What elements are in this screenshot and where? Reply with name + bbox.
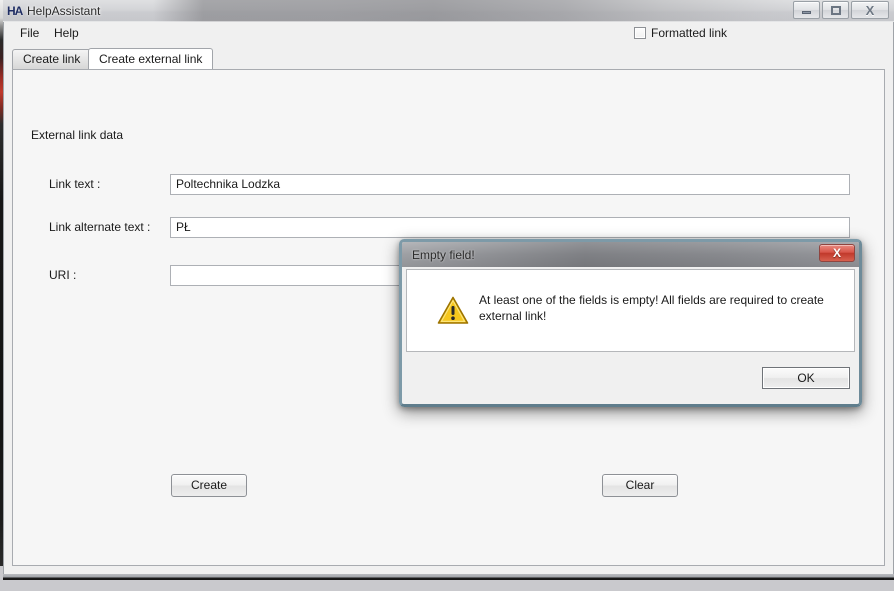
maximize-icon: [823, 2, 848, 18]
dialog-title: Empty field!: [412, 248, 475, 262]
minimize-icon: [794, 2, 819, 18]
tab-create-external-link[interactable]: Create external link: [88, 48, 214, 69]
uri-label: URI :: [49, 268, 77, 282]
tab-create-link[interactable]: Create link: [12, 49, 92, 69]
empty-field-dialog: Empty field! X At least one of the field…: [399, 239, 862, 407]
menu-item-help[interactable]: Help: [48, 25, 85, 41]
menu-item-file[interactable]: File: [14, 25, 45, 41]
dialog-ok-button[interactable]: OK: [762, 367, 850, 389]
menu-bar: File Help Formatted link: [4, 22, 893, 44]
create-button[interactable]: Create: [171, 474, 247, 497]
tab-strip: Create link Create external link: [12, 48, 885, 70]
minimize-button[interactable]: [793, 1, 820, 19]
formatted-link-checkbox-group[interactable]: Formatted link: [634, 25, 727, 41]
dialog-footer: OK: [406, 353, 855, 401]
link-text-input[interactable]: Poltechnika Lodzka: [170, 174, 850, 195]
window-title: HelpAssistant: [27, 4, 101, 18]
link-text-label: Link text :: [49, 177, 101, 191]
title-bar[interactable]: HA HelpAssistant X: [3, 0, 894, 22]
formatted-link-label: Formatted link: [651, 26, 728, 40]
dialog-title-bar[interactable]: Empty field! X: [402, 242, 859, 267]
formatted-link-checkbox[interactable]: [634, 27, 646, 39]
link-alternate-text-label: Link alternate text :: [49, 220, 151, 234]
dialog-message-text: At least one of the fields is empty! All…: [479, 293, 824, 323]
clear-button[interactable]: Clear: [602, 474, 678, 497]
dialog-message-area: At least one of the fields is empty! All…: [406, 269, 855, 352]
close-icon: X: [865, 2, 875, 18]
dialog-close-button[interactable]: X: [819, 244, 855, 262]
section-heading: External link data: [31, 128, 124, 142]
warning-triangle-icon: [437, 296, 469, 325]
maximize-button[interactable]: [822, 1, 849, 19]
close-icon: X: [832, 246, 841, 260]
close-window-button[interactable]: X: [851, 1, 889, 19]
link-alternate-text-input[interactable]: PŁ: [170, 217, 850, 238]
app-icon: HA: [7, 4, 23, 18]
window-bottom-frame: [3, 574, 894, 580]
